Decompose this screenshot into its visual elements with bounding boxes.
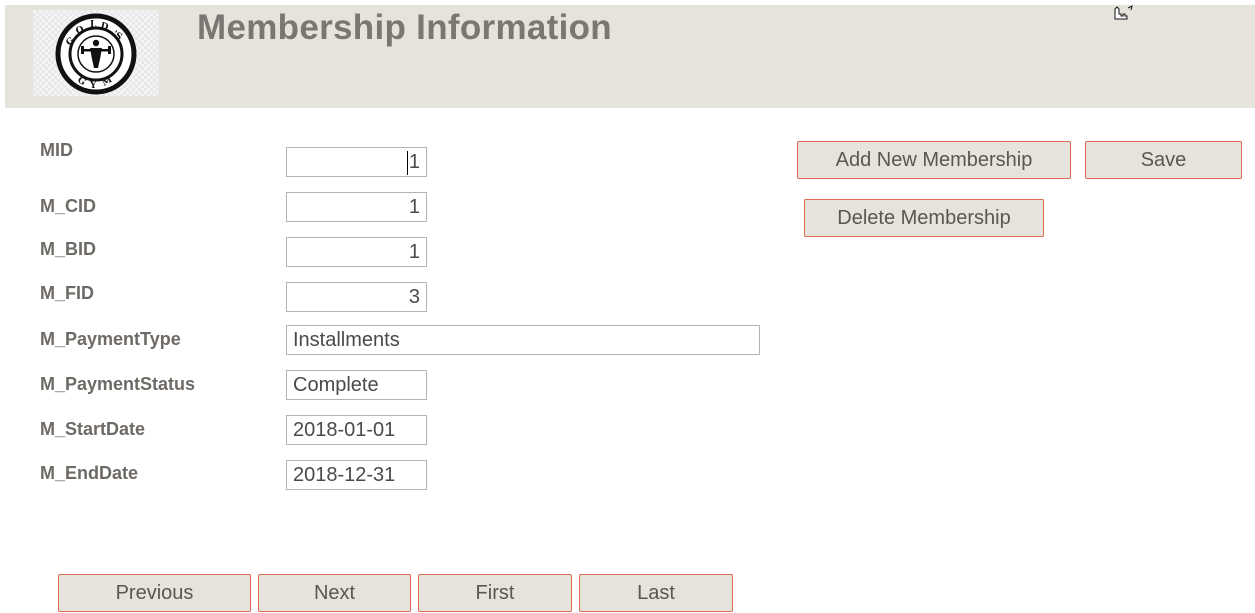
mid-label: MID bbox=[40, 140, 73, 160]
m-fid-field[interactable]: 3 bbox=[286, 282, 427, 312]
m-enddate-field[interactable]: 2018-12-31 bbox=[286, 460, 427, 490]
first-button[interactable]: First bbox=[418, 574, 572, 612]
m-startdate-label: M_StartDate bbox=[40, 419, 146, 439]
mid-field[interactable]: 1 bbox=[286, 147, 427, 177]
golds-gym-logo: G O L D 'S G Y M bbox=[33, 10, 159, 96]
m-bid-field[interactable]: 1 bbox=[286, 237, 427, 267]
previous-button[interactable]: Previous bbox=[58, 574, 251, 612]
m-fid-label: M_FID bbox=[40, 283, 94, 303]
m-bid-label: M_BID bbox=[40, 239, 97, 259]
delete-membership-button[interactable]: Delete Membership bbox=[804, 199, 1044, 237]
m-paymenttype-label: M_PaymentType bbox=[40, 329, 181, 349]
add-new-membership-button[interactable]: Add New Membership bbox=[797, 141, 1071, 179]
next-button[interactable]: Next bbox=[258, 574, 411, 612]
text-caret bbox=[406, 150, 408, 175]
m-paymentstatus-field[interactable]: Complete bbox=[286, 370, 427, 400]
page-title: Membership Information bbox=[197, 8, 612, 47]
m-paymenttype-field[interactable]: Installments bbox=[286, 325, 760, 355]
m-enddate-label: M_EndDate bbox=[40, 463, 139, 483]
golds-gym-logo-icon: G O L D 'S G Y M bbox=[55, 13, 137, 95]
last-button[interactable]: Last bbox=[579, 574, 733, 612]
m-cid-label: M_CID bbox=[40, 196, 97, 216]
m-paymentstatus-label: M_PaymentStatus bbox=[40, 374, 196, 394]
m-cid-field[interactable]: 1 bbox=[286, 192, 427, 222]
svg-text:Y: Y bbox=[89, 81, 97, 91]
mouse-cursor-icon bbox=[1114, 5, 1133, 20]
save-button[interactable]: Save bbox=[1085, 141, 1242, 179]
form-header: G O L D 'S G Y M Membership Information bbox=[5, 5, 1255, 108]
svg-text:L: L bbox=[90, 20, 97, 30]
m-startdate-field[interactable]: 2018-01-01 bbox=[286, 415, 427, 445]
